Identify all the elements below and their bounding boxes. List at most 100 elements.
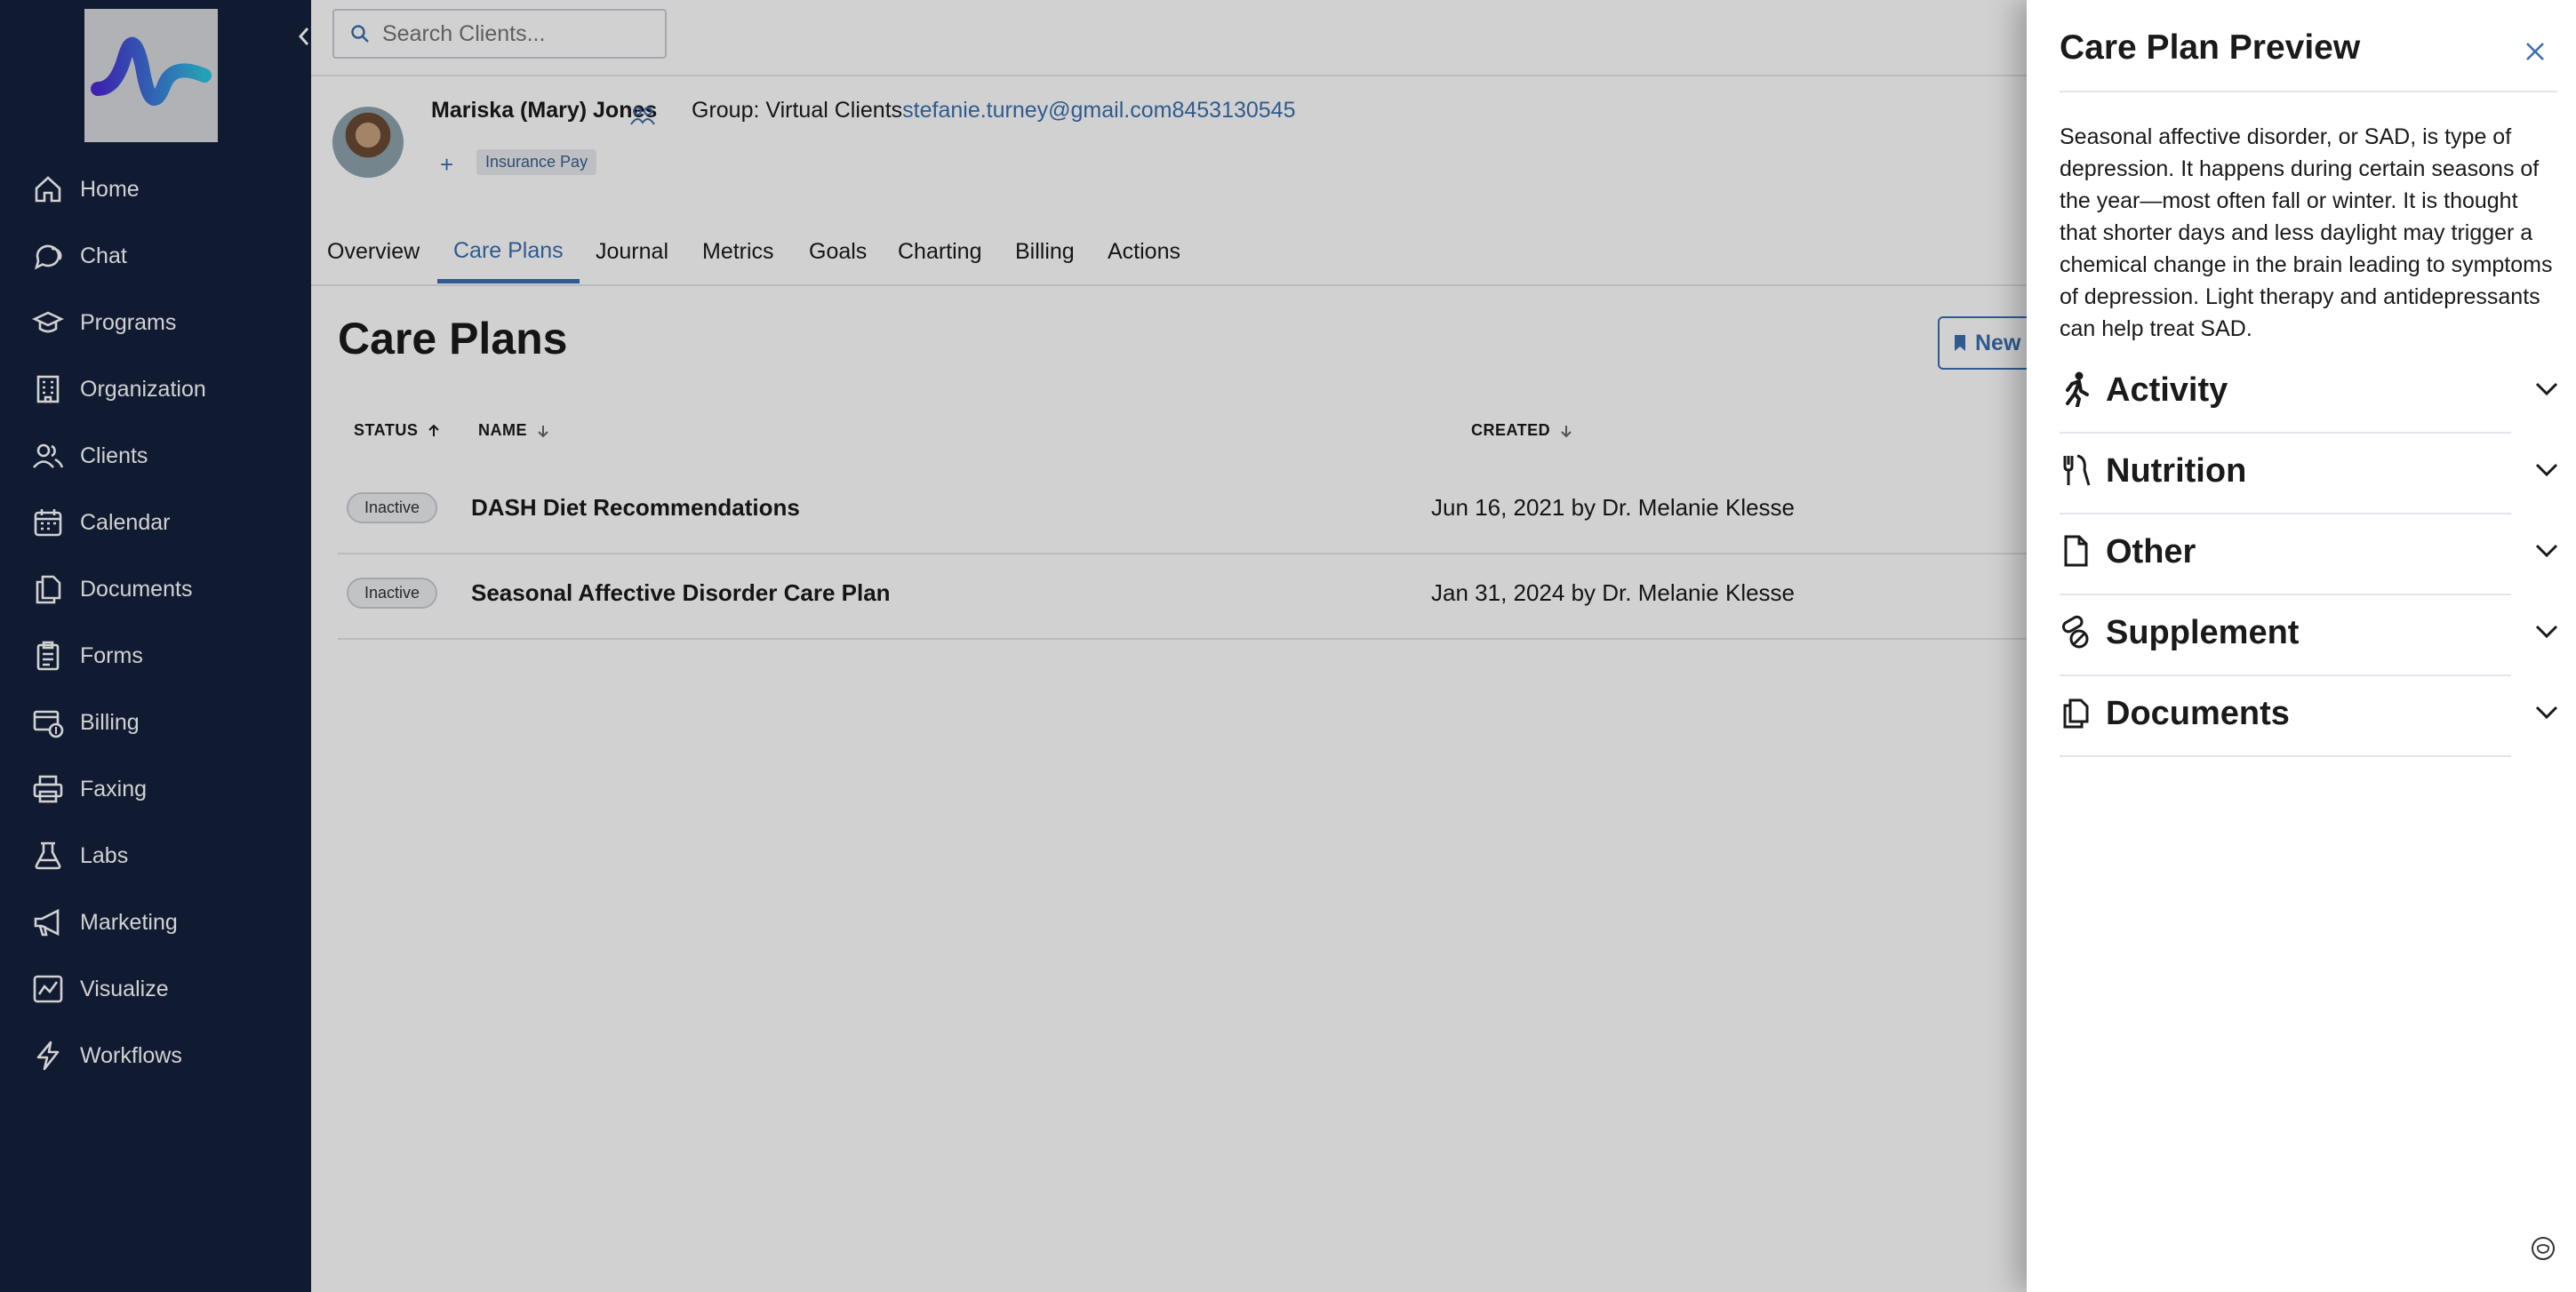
- client-group: Group: Virtual Clients: [692, 98, 903, 123]
- tab-journal[interactable]: Journal: [596, 222, 668, 281]
- sidebar-item-labs[interactable]: Labs: [32, 829, 299, 882]
- sidebar: Home Chat Programs Organization Clients …: [0, 0, 311, 1292]
- sidebar-item-label: Marketing: [80, 909, 178, 935]
- client-phone-link[interactable]: 8453130545: [1172, 98, 1295, 123]
- chevron-down-icon[interactable]: [2534, 704, 2559, 722]
- tab-goals[interactable]: Goals: [809, 222, 867, 281]
- section-nutrition[interactable]: Nutrition: [2060, 435, 2559, 514]
- sidebar-item-organization[interactable]: Organization: [32, 363, 299, 416]
- divider: [2060, 432, 2511, 434]
- column-header-label: NAME: [478, 421, 527, 439]
- tab-metrics[interactable]: Metrics: [702, 222, 774, 281]
- close-icon[interactable]: [2523, 39, 2548, 64]
- created-info: Jun 16, 2021 by Dr. Melanie Klesse: [1431, 494, 1796, 521]
- column-header-created[interactable]: CREATED: [1471, 421, 1573, 440]
- sidebar-item-label: Calendar: [80, 509, 171, 535]
- sidebar-item-label: Clients: [80, 443, 148, 468]
- tab-overview[interactable]: Overview: [327, 222, 420, 281]
- section-other[interactable]: Other: [2060, 515, 2559, 595]
- section-activity[interactable]: Activity: [2060, 354, 2559, 434]
- created-info: Jan 31, 2024 by Dr. Melanie Klesse: [1431, 579, 1796, 606]
- care-plan-name[interactable]: Seasonal Affective Disorder Care Plan: [471, 579, 891, 607]
- table-row[interactable]: Inactive DASH Diet Recommendations Jun 1…: [338, 467, 2027, 554]
- sort-descending-icon: [538, 425, 548, 437]
- sidebar-item-calendar[interactable]: Calendar: [32, 496, 299, 549]
- chevron-down-icon[interactable]: [2534, 461, 2559, 479]
- tab-care-plans[interactable]: Care Plans: [437, 222, 580, 283]
- logo-wave-icon: [91, 37, 212, 106]
- client-avatar[interactable]: [332, 107, 404, 178]
- sidebar-item-workflows[interactable]: Workflows: [32, 1029, 299, 1082]
- bookmark-icon: [1955, 335, 1965, 351]
- app-logo[interactable]: [84, 9, 218, 142]
- sidebar-item-label: Organization: [80, 376, 206, 402]
- column-header-status[interactable]: STATUS: [354, 421, 441, 440]
- status-badge: Inactive: [347, 578, 438, 609]
- status-badge: Inactive: [347, 492, 438, 523]
- sidebar-item-label: Documents: [80, 576, 193, 602]
- sidebar-item-visualize[interactable]: Visualize: [32, 962, 299, 1016]
- sidebar-item-programs[interactable]: Programs: [32, 296, 299, 349]
- client-email-link[interactable]: stefanie.turney@gmail.com: [902, 98, 1172, 123]
- sidebar-item-clients[interactable]: Clients: [32, 429, 299, 483]
- sidebar-item-label: Billing: [80, 709, 140, 735]
- sidebar-item-label: Forms: [80, 642, 143, 668]
- sidebar-item-marketing[interactable]: Marketing: [32, 896, 299, 949]
- programs-icon: [32, 311, 64, 333]
- section-label: Documents: [2106, 695, 2290, 732]
- utensils-icon: [2063, 454, 2091, 486]
- care-plan-description: Seasonal affective disorder, or SAD, is …: [2060, 124, 2553, 341]
- divider: [2060, 594, 2511, 595]
- section-supplement[interactable]: Supplement: [2060, 596, 2559, 676]
- pills-icon: [2061, 615, 2089, 649]
- column-header-label: CREATED: [1471, 421, 1551, 439]
- copy-icon: [2063, 698, 2089, 729]
- sidebar-item-chat[interactable]: Chat: [32, 229, 299, 283]
- drawer-title: Care Plan Preview: [2060, 28, 2361, 67]
- chart-icon: [33, 975, 63, 1003]
- sidebar-item-label: Visualize: [80, 976, 169, 1001]
- sidebar-item-forms[interactable]: Forms: [32, 629, 299, 682]
- add-tag-button[interactable]: +: [440, 151, 453, 179]
- search-box[interactable]: [332, 9, 667, 59]
- chat-icon: [34, 244, 62, 270]
- clients-icon: [33, 443, 64, 468]
- payment-badge: Insurance Pay: [476, 149, 597, 175]
- tab-actions[interactable]: Actions: [1108, 222, 1180, 281]
- documents-icon: [36, 575, 61, 604]
- care-plan-name[interactable]: DASH Diet Recommendations: [471, 494, 800, 522]
- sidebar-item-documents[interactable]: Documents: [32, 562, 299, 616]
- tab-charting[interactable]: Charting: [898, 222, 982, 281]
- page-title: Care Plans: [338, 314, 568, 363]
- sidebar-item-billing[interactable]: Billing: [32, 696, 299, 749]
- column-header-name[interactable]: NAME: [478, 421, 550, 440]
- section-documents[interactable]: Documents: [2060, 677, 2559, 757]
- search-input[interactable]: [380, 20, 651, 48]
- chevron-down-icon[interactable]: [2534, 380, 2559, 398]
- calendar-icon: [34, 509, 62, 537]
- chevron-down-icon[interactable]: [2534, 542, 2559, 560]
- client-header: Mariska (Mary) Jones Group: Virtual Clie…: [311, 75, 2027, 181]
- top-bar: [311, 0, 2027, 76]
- printer-icon: [33, 775, 63, 803]
- file-icon: [2064, 535, 2088, 567]
- sort-descending-icon: [1561, 425, 1572, 437]
- divider: [2060, 674, 2511, 676]
- client-contact-line: Group: Virtual Clientsstefanie.turney@gm…: [692, 98, 1296, 124]
- organization-icon: [36, 375, 60, 403]
- client-tabs: Overview Care Plans Journal Metrics Goal…: [311, 222, 2027, 286]
- team-icon[interactable]: [629, 101, 656, 128]
- sidebar-item-home[interactable]: Home: [32, 163, 299, 216]
- chevron-down-icon[interactable]: [2534, 623, 2559, 641]
- new-button-label: New: [1975, 330, 2021, 355]
- sidebar-item-label: Faxing: [80, 776, 148, 802]
- home-icon: [35, 176, 61, 203]
- sidebar-item-label: Labs: [80, 842, 129, 868]
- running-icon: [2066, 371, 2089, 407]
- divider: [2060, 91, 2557, 92]
- client-name: Mariska (Mary) Jones: [431, 98, 658, 123]
- table-row[interactable]: Inactive Seasonal Affective Disorder Car…: [338, 553, 2027, 640]
- help-chat-icon[interactable]: [2530, 1235, 2556, 1262]
- tab-billing[interactable]: Billing: [1015, 222, 1075, 281]
- sidebar-item-faxing[interactable]: Faxing: [32, 762, 299, 816]
